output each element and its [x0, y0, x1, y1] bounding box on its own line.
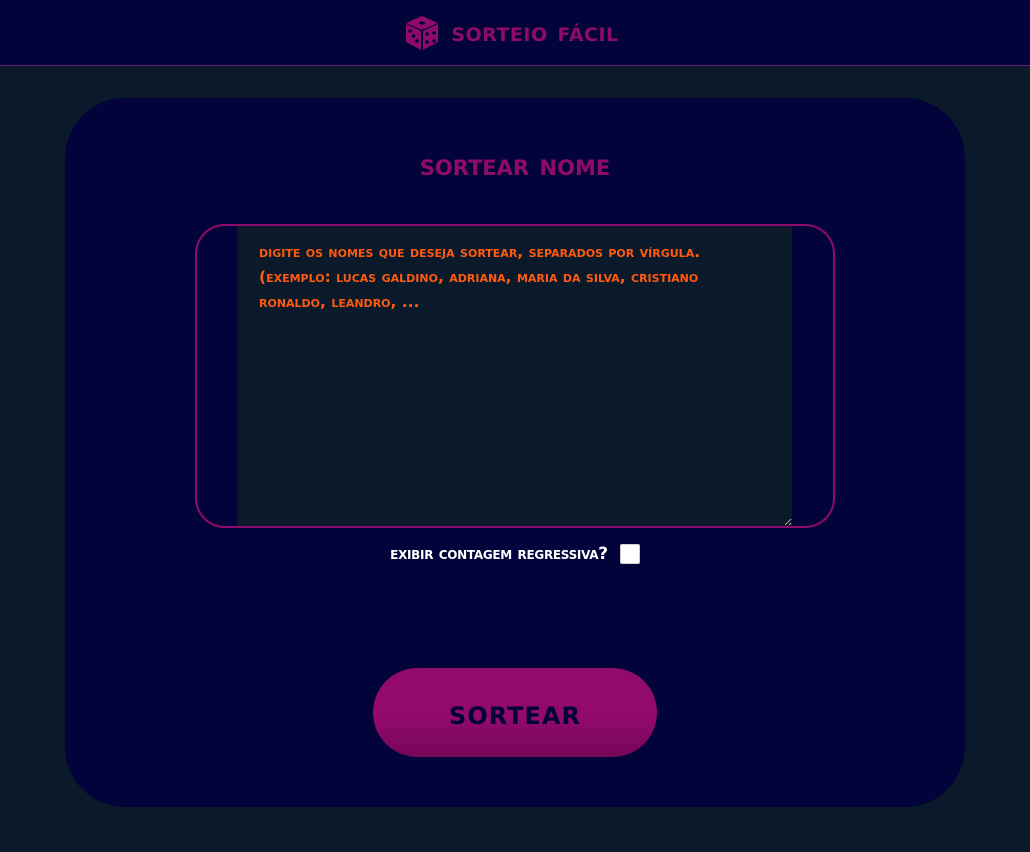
countdown-checkbox[interactable] [619, 544, 640, 564]
app-title: Sorteio Fácil [451, 17, 619, 48]
app-header: Sorteio Fácil [0, 0, 1030, 66]
countdown-label: Exibir contagem regressiva? [390, 544, 608, 564]
dice-icon [406, 15, 439, 50]
names-input[interactable] [237, 226, 792, 526]
draw-button[interactable]: Sortear [373, 668, 657, 757]
names-input-frame [195, 224, 835, 528]
panel-title: Sortear nome [419, 148, 611, 183]
countdown-option: Exibir contagem regressiva? [0, 544, 1030, 564]
logo: Sorteio Fácil [405, 15, 618, 51]
